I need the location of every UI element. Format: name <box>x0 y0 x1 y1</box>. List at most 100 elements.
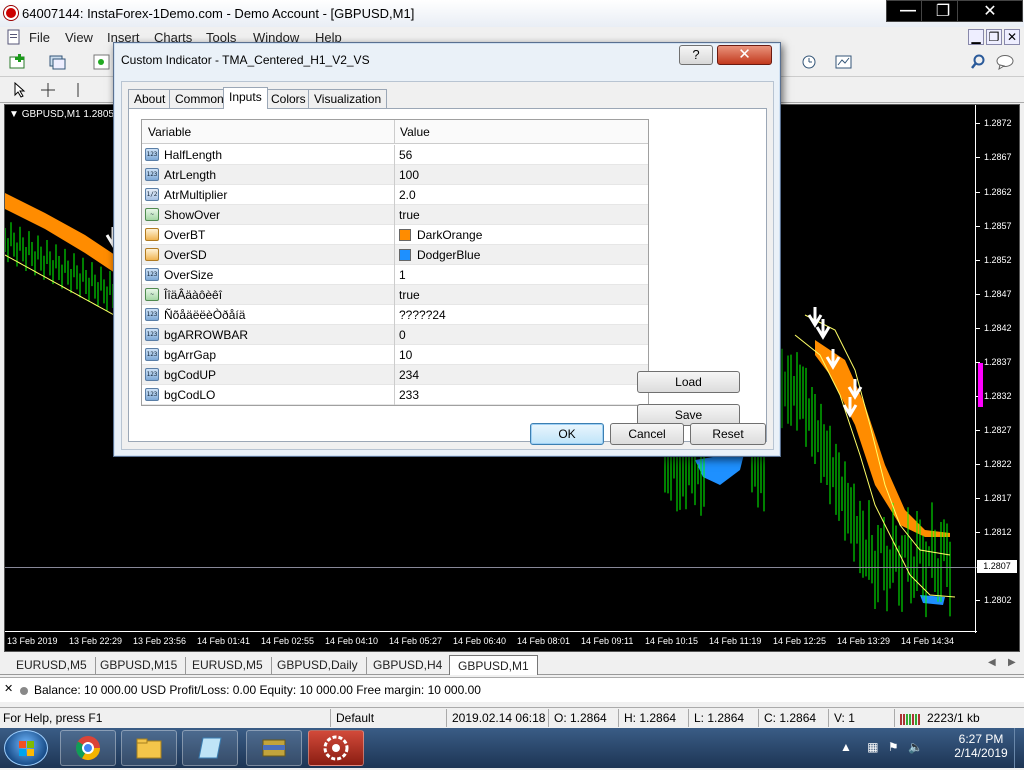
variable-value[interactable]: DarkOrange <box>417 228 482 242</box>
chart-tab-active[interactable]: GBPUSD,M1 <box>449 655 538 675</box>
tab-colors[interactable]: Colors <box>265 89 312 108</box>
profiles-icon[interactable] <box>48 53 68 71</box>
child-minimize-icon[interactable]: ▁ <box>968 29 984 45</box>
variable-name: bgARROWBAR <box>164 328 249 342</box>
upper-band-left <box>5 193 115 273</box>
input-row[interactable]: ~ ShowOver true <box>142 205 648 225</box>
chart-tab[interactable]: GBPUSD,M15 <box>92 657 187 674</box>
dialog-close-button[interactable]: ✕ <box>717 45 772 65</box>
price-label: 1.2847 <box>984 289 1012 299</box>
menu-view[interactable]: View <box>65 30 93 45</box>
variable-value[interactable]: 234 <box>399 368 419 382</box>
templates-icon[interactable] <box>834 53 854 71</box>
tab-about[interactable]: About <box>128 89 172 108</box>
price-label: 1.2832 <box>984 391 1012 401</box>
taskbar-metatrader[interactable] <box>308 730 364 766</box>
column-header-value[interactable]: Value <box>400 125 430 139</box>
child-restore-icon[interactable]: ❐ <box>986 29 1002 45</box>
child-close-icon[interactable]: ✕ <box>1004 29 1020 45</box>
tab-common[interactable]: Common <box>169 89 230 108</box>
price-label: 1.2837 <box>984 357 1012 367</box>
chart-tab[interactable]: EURUSD,M5 <box>184 657 272 674</box>
input-row[interactable]: 123 bgArrGap 10 <box>142 345 648 365</box>
periods-icon[interactable] <box>800 53 820 71</box>
tray-clock[interactable]: 6:27 PM 2/14/2019 <box>946 732 1016 760</box>
show-desktop-button[interactable] <box>1014 728 1024 768</box>
input-row[interactable]: 123 ÑõåäëëèÒðåíä ?????24 <box>142 305 648 325</box>
cursor-icon[interactable] <box>10 81 30 99</box>
time-label: 14 Feb 13:29 <box>837 636 891 646</box>
taskbar-explorer[interactable] <box>121 730 177 766</box>
new-chart-icon[interactable] <box>8 53 28 71</box>
input-row[interactable]: 1/2 AtrMultiplier 2.0 <box>142 185 648 205</box>
variable-value[interactable]: 233 <box>399 388 419 402</box>
input-row[interactable]: 123 bgCodLO 233 <box>142 385 648 405</box>
variable-name: bgArrGap <box>164 348 217 362</box>
variable-value[interactable]: 10 <box>399 348 412 362</box>
variable-value[interactable]: 56 <box>399 148 412 162</box>
action-center-icon[interactable]: ⚑ <box>888 740 899 754</box>
price-label: 1.2872 <box>984 118 1012 128</box>
input-row[interactable]: 123 bgCodUP 234 <box>142 365 648 385</box>
help-button[interactable]: ? <box>679 45 713 65</box>
input-row[interactable]: 123 AtrLength 100 <box>142 165 648 185</box>
market-watch-icon[interactable] <box>92 53 112 71</box>
double-type-icon: 1/2 <box>145 188 159 201</box>
crosshair-icon[interactable] <box>38 81 58 99</box>
volume-icon[interactable]: 🔈 <box>908 740 923 754</box>
reset-button[interactable]: Reset <box>690 423 766 445</box>
ok-button[interactable]: OK <box>530 423 604 445</box>
status-profile[interactable]: Default <box>336 711 374 725</box>
connection-bars-icon[interactable] <box>900 712 924 728</box>
chart-tab[interactable]: GBPUSD,Daily <box>269 657 367 674</box>
color-type-icon <box>145 248 159 261</box>
variable-value[interactable]: true <box>399 288 420 302</box>
close-terminal-icon[interactable]: ✕ <box>4 682 13 695</box>
chat-icon[interactable] <box>996 53 1016 71</box>
taskbar-notes[interactable] <box>182 730 238 766</box>
close-window-button[interactable]: ✕ <box>957 0 1023 22</box>
chart-tab[interactable]: GBPUSD,H4 <box>365 657 452 674</box>
variable-value[interactable]: 2.0 <box>399 188 416 202</box>
variable-value[interactable]: 1 <box>399 268 406 282</box>
column-header-variable[interactable]: Variable <box>148 125 191 139</box>
show-hidden-icons-icon[interactable]: ▲ <box>840 740 852 754</box>
tabs-scroll-right-icon[interactable]: ▶ <box>1008 657 1016 668</box>
input-row[interactable]: OverBT DarkOrange <box>142 225 648 245</box>
input-row[interactable]: OverSD DodgerBlue <box>142 245 648 265</box>
price-label: 1.2852 <box>984 255 1012 265</box>
variable-value[interactable]: DodgerBlue <box>417 248 480 262</box>
variable-value[interactable]: ?????24 <box>399 308 446 322</box>
taskbar-chrome[interactable] <box>60 730 116 766</box>
variable-value[interactable]: 100 <box>399 168 419 182</box>
chart-menu-arrow-icon[interactable]: ▼ <box>9 109 22 120</box>
time-label: 14 Feb 01:41 <box>197 636 251 646</box>
color-swatch <box>399 229 411 241</box>
tab-inputs[interactable]: Inputs <box>223 87 268 109</box>
status-bar: For Help, press F1 Default 2019.02.14 06… <box>0 707 1024 728</box>
variable-name: OverSD <box>164 248 207 262</box>
network-icon[interactable]: ▦ <box>867 740 878 754</box>
menu-file[interactable]: File <box>29 30 50 45</box>
tab-visualization[interactable]: Visualization <box>308 89 388 108</box>
start-button[interactable] <box>4 730 48 766</box>
windows-logo-icon <box>19 741 34 756</box>
variable-name: ShowOver <box>164 208 221 222</box>
input-row[interactable]: 123 OverSize 1 <box>142 265 648 285</box>
status-traffic: 2223/1 kb <box>927 711 980 725</box>
inputs-table: Variable Value 123 HalfLength 56 123 AtrLeng… <box>141 119 649 406</box>
vertical-line-icon[interactable] <box>68 81 88 99</box>
tabs-scroll-left-icon[interactable]: ◀ <box>988 657 996 668</box>
document-icon <box>4 28 24 46</box>
variable-value[interactable]: 0 <box>399 328 406 342</box>
input-row[interactable]: 123 bgARROWBAR 0 <box>142 325 648 345</box>
price-label: 1.2827 <box>984 425 1012 435</box>
input-row[interactable]: ~ ÎîäÂäàôèêî true <box>142 285 648 305</box>
load-button[interactable]: Load <box>637 371 740 393</box>
variable-value[interactable]: true <box>399 208 420 222</box>
search-icon[interactable] <box>968 53 988 71</box>
cancel-button[interactable]: Cancel <box>610 423 684 445</box>
chart-tab[interactable]: EURUSD,M5 <box>8 657 96 674</box>
taskbar-archiver[interactable] <box>246 730 302 766</box>
input-row[interactable]: 123 HalfLength 56 <box>142 145 648 165</box>
